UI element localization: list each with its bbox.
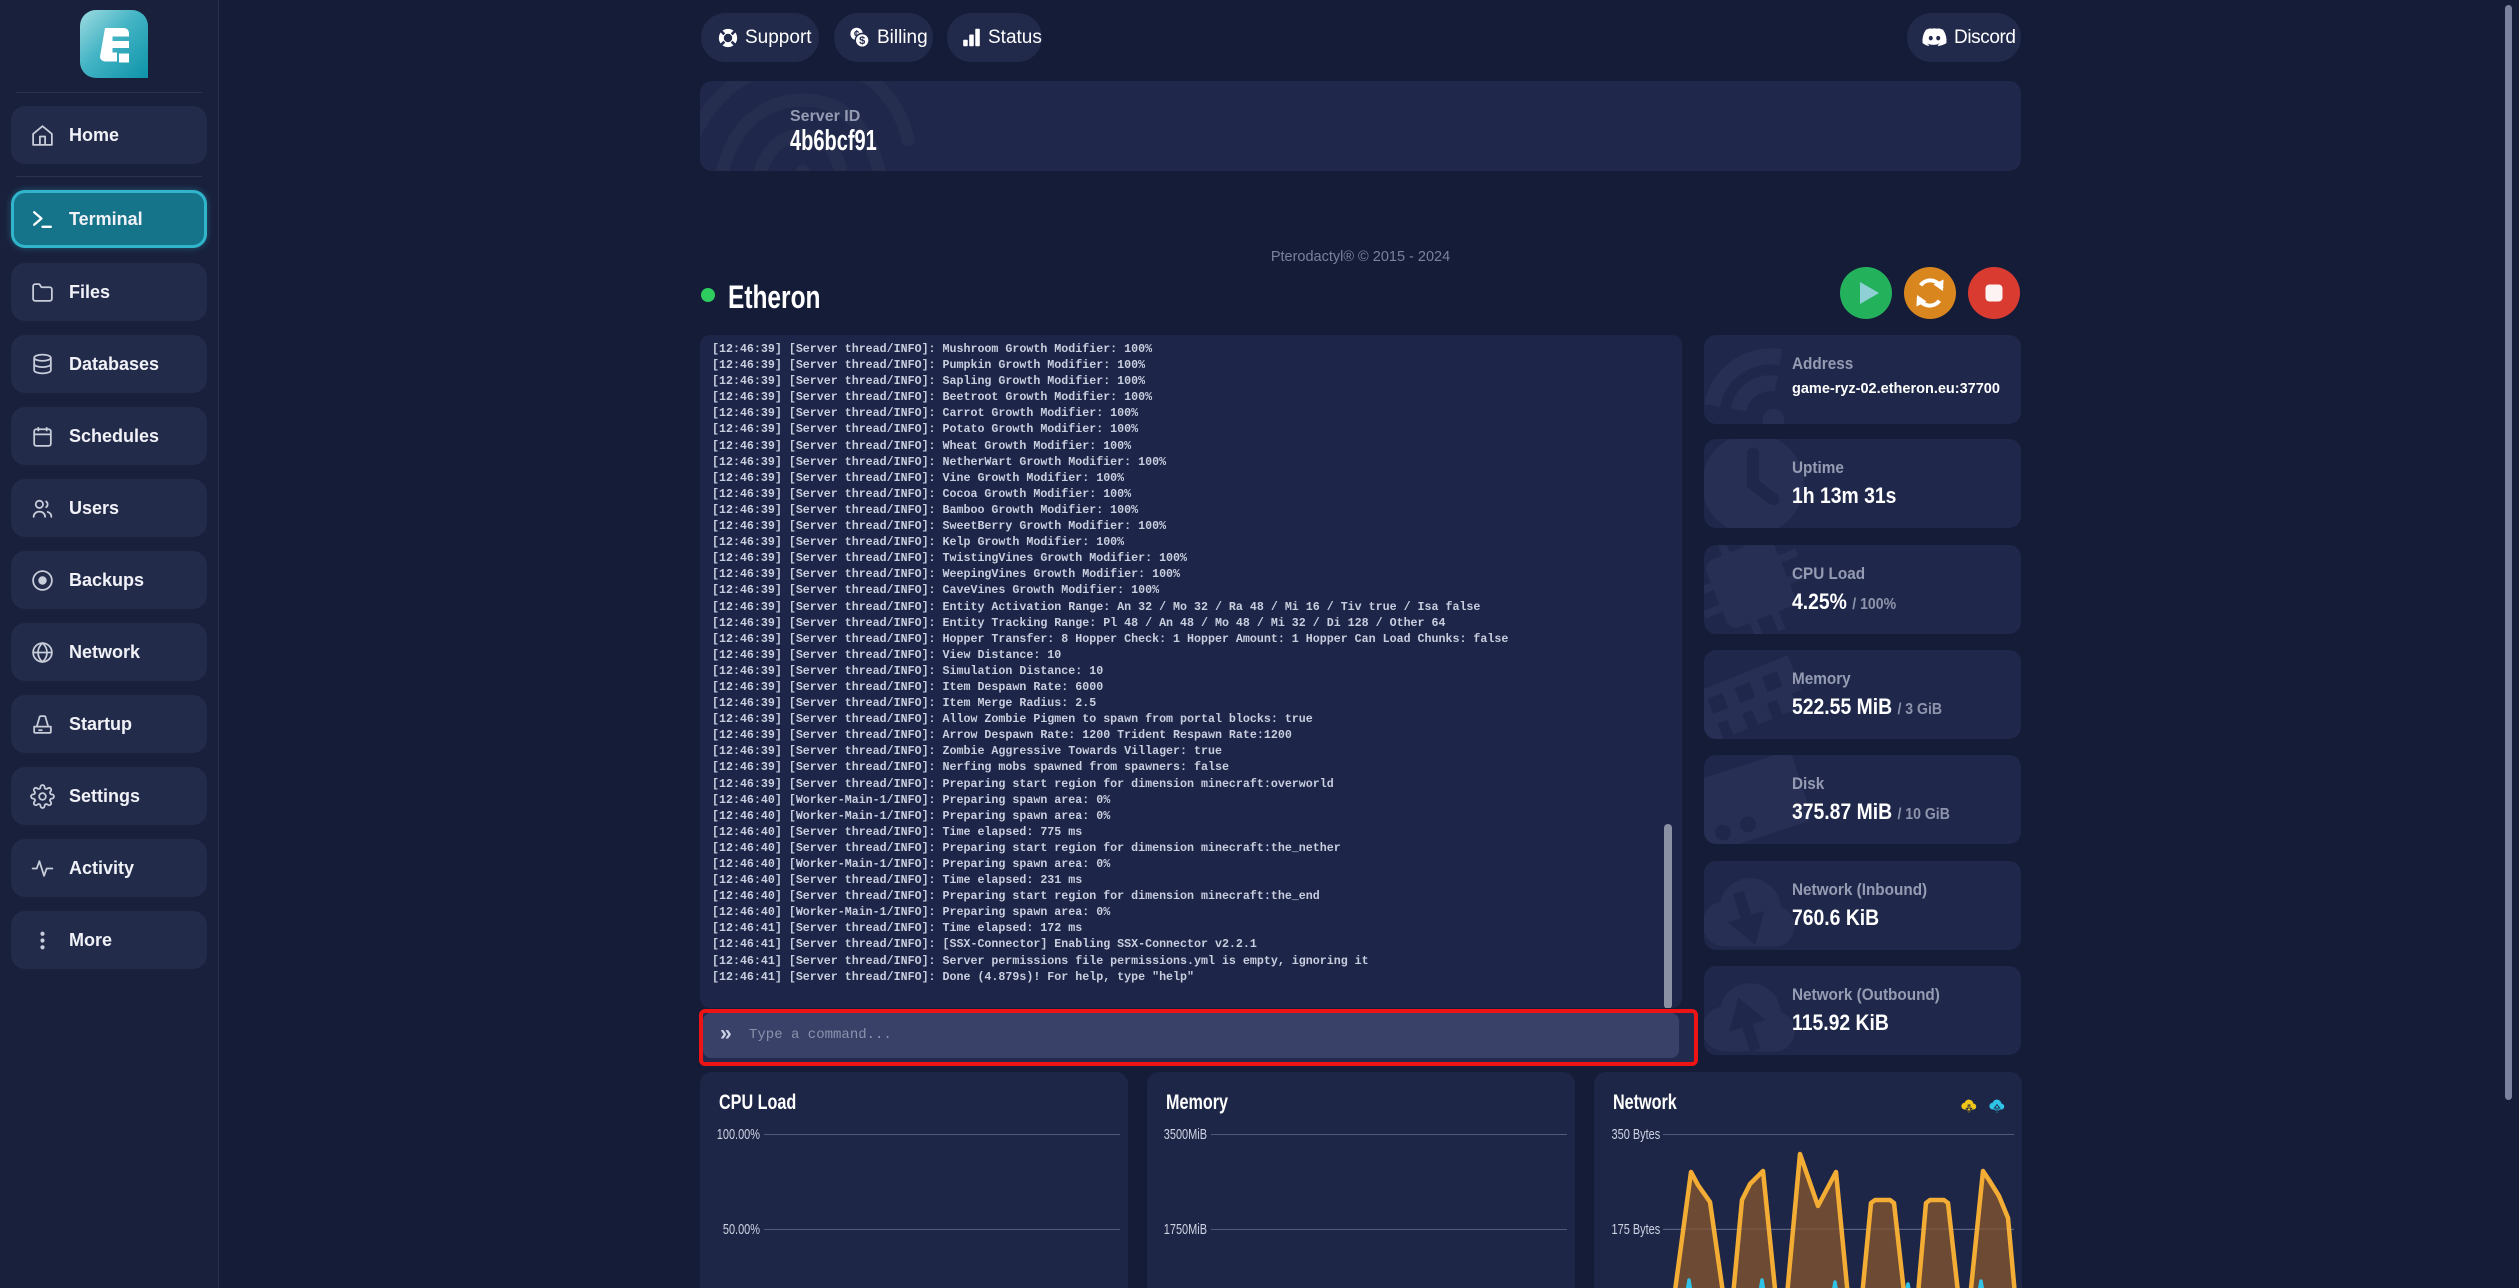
svg-text:$: $ — [859, 35, 865, 47]
